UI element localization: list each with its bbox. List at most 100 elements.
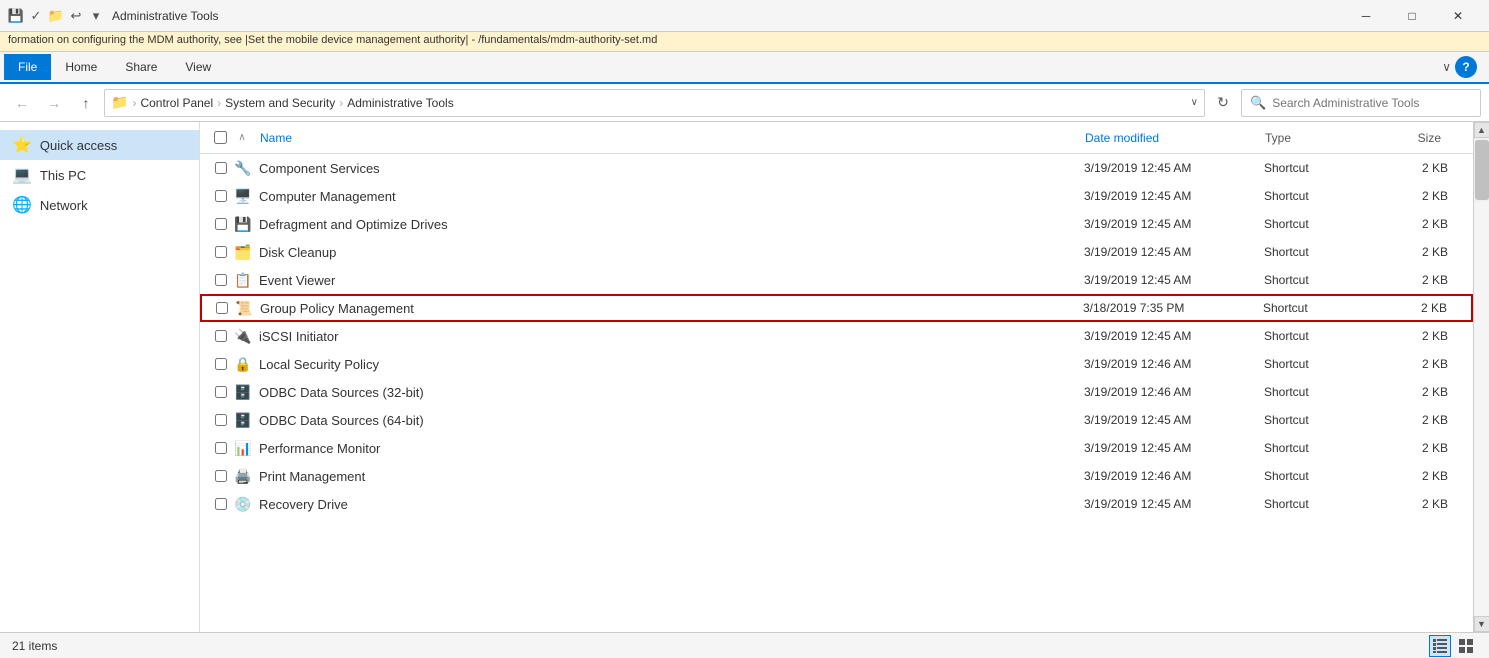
check-icon[interactable]: ✓ <box>28 8 44 24</box>
file-size: 2 KB <box>1384 469 1464 483</box>
file-size: 2 KB <box>1384 217 1464 231</box>
file-type: Shortcut <box>1264 245 1384 259</box>
file-name: ODBC Data Sources (32-bit) <box>259 385 1084 400</box>
item-count: 21 items <box>12 639 57 653</box>
file-size: 2 KB <box>1384 413 1464 427</box>
tab-view[interactable]: View <box>171 54 225 80</box>
file-icon: 🗄️ <box>233 382 253 402</box>
row-checkbox[interactable] <box>209 162 233 174</box>
refresh-button[interactable]: ↻ <box>1209 89 1237 117</box>
back-button[interactable]: ← <box>8 89 36 117</box>
file-date: 3/18/2019 7:35 PM <box>1083 301 1263 315</box>
breadcrumb-control-panel[interactable]: Control Panel <box>140 96 213 110</box>
info-bar: formation on configuring the MDM authori… <box>0 32 1489 52</box>
breadcrumb-admin-tools[interactable]: Administrative Tools <box>347 96 454 110</box>
table-row[interactable]: 🗄️ ODBC Data Sources (64-bit) 3/19/2019 … <box>200 406 1473 434</box>
row-checkbox[interactable] <box>209 358 233 370</box>
undo-dropdown-icon[interactable]: ▾ <box>88 8 104 24</box>
scrollbar[interactable]: ▲ ▼ <box>1473 122 1489 632</box>
scroll-track[interactable] <box>1474 202 1489 616</box>
table-row[interactable]: 💾 Defragment and Optimize Drives 3/19/20… <box>200 210 1473 238</box>
main-area: ⭐ Quick access 💻 This PC 🌐 Network ∧ Nam… <box>0 122 1489 632</box>
file-icon: 🖥️ <box>233 186 253 206</box>
row-checkbox[interactable] <box>209 218 233 230</box>
details-view-icon <box>1433 639 1447 653</box>
address-path[interactable]: 📁 › Control Panel › System and Security … <box>104 89 1205 117</box>
sidebar-item-this-pc[interactable]: 💻 This PC <box>0 160 199 190</box>
select-all-checkbox[interactable] <box>214 131 227 144</box>
search-input[interactable] <box>1272 96 1472 110</box>
sidebar-item-quick-access[interactable]: ⭐ Quick access <box>0 130 199 160</box>
row-checkbox[interactable] <box>209 414 233 426</box>
expand-arrow-icon[interactable]: ∨ <box>1442 60 1451 74</box>
tab-home[interactable]: Home <box>51 54 111 80</box>
row-checkbox[interactable] <box>209 330 233 342</box>
table-row[interactable]: 🔒 Local Security Policy 3/19/2019 12:46 … <box>200 350 1473 378</box>
folder-icon[interactable]: 📁 <box>48 8 64 24</box>
help-button[interactable]: ? <box>1455 56 1477 78</box>
undo-icon[interactable]: ↩ <box>68 8 84 24</box>
table-row[interactable]: 🗄️ ODBC Data Sources (32-bit) 3/19/2019 … <box>200 378 1473 406</box>
up-button[interactable]: ↑ <box>72 89 100 117</box>
file-type: Shortcut <box>1264 497 1384 511</box>
file-date: 3/19/2019 12:46 AM <box>1084 357 1264 371</box>
maximize-button[interactable]: □ <box>1389 0 1435 32</box>
file-name: Defragment and Optimize Drives <box>259 217 1084 232</box>
row-checkbox[interactable] <box>209 386 233 398</box>
row-checkbox[interactable] <box>209 190 233 202</box>
file-size: 2 KB <box>1384 245 1464 259</box>
row-checkbox[interactable] <box>209 498 233 510</box>
scroll-down-button[interactable]: ▼ <box>1474 616 1489 632</box>
breadcrumb-system-security[interactable]: System and Security <box>225 96 335 110</box>
table-row[interactable]: 💿 Recovery Drive 3/19/2019 12:45 AM Shor… <box>200 490 1473 518</box>
table-row[interactable]: 🔌 iSCSI Initiator 3/19/2019 12:45 AM Sho… <box>200 322 1473 350</box>
table-row[interactable]: 🖥️ Computer Management 3/19/2019 12:45 A… <box>200 182 1473 210</box>
view-details-button[interactable] <box>1429 635 1451 657</box>
row-checkbox[interactable] <box>210 302 234 314</box>
save-icon[interactable]: 💾 <box>8 8 24 24</box>
file-date: 3/19/2019 12:45 AM <box>1084 413 1264 427</box>
tab-share[interactable]: Share <box>111 54 171 80</box>
row-checkbox[interactable] <box>209 442 233 454</box>
close-button[interactable]: ✕ <box>1435 0 1481 32</box>
view-controls <box>1429 635 1477 657</box>
table-row[interactable]: 📋 Event Viewer 3/19/2019 12:45 AM Shortc… <box>200 266 1473 294</box>
file-name: Recovery Drive <box>259 497 1084 512</box>
row-checkbox[interactable] <box>209 470 233 482</box>
file-type: Shortcut <box>1264 217 1384 231</box>
file-size: 2 KB <box>1384 357 1464 371</box>
file-type: Shortcut <box>1264 385 1384 399</box>
sidebar-item-network[interactable]: 🌐 Network <box>0 190 199 220</box>
file-date: 3/19/2019 12:45 AM <box>1084 217 1264 231</box>
file-type: Shortcut <box>1264 441 1384 455</box>
file-list: 🔧 Component Services 3/19/2019 12:45 AM … <box>200 154 1473 632</box>
file-date: 3/19/2019 12:45 AM <box>1084 161 1264 175</box>
network-icon: 🌐 <box>12 195 32 215</box>
file-name: Print Management <box>259 469 1084 484</box>
forward-button[interactable]: → <box>40 89 68 117</box>
view-tiles-button[interactable] <box>1455 635 1477 657</box>
scroll-thumb[interactable] <box>1475 140 1489 200</box>
column-size-header[interactable]: Size <box>1385 131 1465 145</box>
ribbon-tabs: File Home Share View ∨ ? <box>0 52 1489 82</box>
table-row[interactable]: 📊 Performance Monitor 3/19/2019 12:45 AM… <box>200 434 1473 462</box>
minimize-button[interactable]: ─ <box>1343 0 1389 32</box>
header-checkbox[interactable] <box>208 131 232 144</box>
tab-file[interactable]: File <box>4 54 51 80</box>
tiles-view-icon <box>1459 639 1473 653</box>
column-date-header[interactable]: Date modified <box>1085 131 1265 145</box>
column-name-header[interactable]: Name <box>252 131 1085 145</box>
search-box[interactable]: 🔍 <box>1241 89 1481 117</box>
breadcrumb-dropdown-icon[interactable]: ∨ <box>1191 97 1198 108</box>
row-checkbox[interactable] <box>209 246 233 258</box>
file-name: Performance Monitor <box>259 441 1084 456</box>
table-row[interactable]: 🔧 Component Services 3/19/2019 12:45 AM … <box>200 154 1473 182</box>
table-row[interactable]: 🗂️ Disk Cleanup 3/19/2019 12:45 AM Short… <box>200 238 1473 266</box>
table-row[interactable]: 🖨️ Print Management 3/19/2019 12:46 AM S… <box>200 462 1473 490</box>
ribbon-expand: ∨ ? <box>1442 56 1485 78</box>
column-type-header[interactable]: Type <box>1265 131 1385 145</box>
row-checkbox[interactable] <box>209 274 233 286</box>
scroll-up-button[interactable]: ▲ <box>1474 122 1489 138</box>
table-row[interactable]: 📜 Group Policy Management 3/18/2019 7:35… <box>200 294 1473 322</box>
file-name: Computer Management <box>259 189 1084 204</box>
